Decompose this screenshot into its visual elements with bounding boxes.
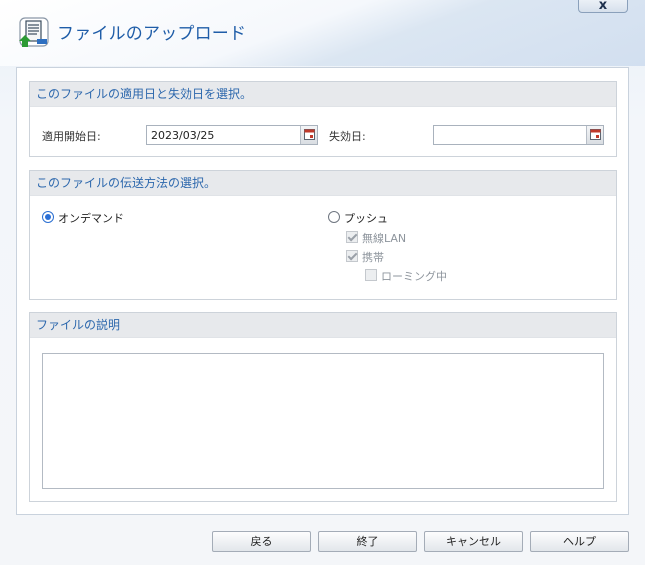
close-button[interactable]: x xyxy=(578,0,628,13)
mobile-label: 携帯 xyxy=(362,251,384,264)
end-date-input[interactable] xyxy=(433,125,604,145)
description-textarea[interactable] xyxy=(42,353,604,489)
close-icon: x xyxy=(598,0,608,13)
start-date-label: 適用開始日: xyxy=(42,130,101,143)
start-date-calendar-button[interactable] xyxy=(300,126,317,144)
back-button[interactable]: 戻る xyxy=(212,531,311,552)
wireless-lan-label: 無線LAN xyxy=(362,232,407,245)
calendar-icon xyxy=(590,129,601,140)
end-date-calendar-button[interactable] xyxy=(586,126,603,144)
delivery-panel-heading: このファイルの伝送方法の選択。 xyxy=(30,171,616,196)
on-demand-label[interactable]: オンデマンド xyxy=(58,210,124,226)
roaming-checkbox[interactable] xyxy=(365,269,377,281)
calendar-icon xyxy=(304,129,315,140)
cancel-button[interactable]: キャンセル xyxy=(424,531,523,552)
roaming-label: ローミング中 xyxy=(381,270,447,283)
description-panel-heading: ファイルの説明 xyxy=(30,313,616,338)
window-title: ファイルのアップロード xyxy=(57,24,247,44)
mobile-checkbox[interactable] xyxy=(346,250,358,262)
push-label[interactable]: プッシュ xyxy=(344,210,388,226)
finish-button[interactable]: 終了 xyxy=(318,531,417,552)
delivery-panel: このファイルの伝送方法の選択。 xyxy=(29,170,617,300)
dates-panel-heading: このファイルの適用日と失効日を選択。 xyxy=(30,82,616,107)
on-demand-radio[interactable] xyxy=(42,211,54,223)
help-button[interactable]: ヘルプ xyxy=(530,531,629,552)
end-date-label: 失効日: xyxy=(329,130,366,143)
push-radio[interactable] xyxy=(328,211,340,223)
wireless-lan-checkbox[interactable] xyxy=(346,231,358,243)
dates-panel: このファイルの適用日と失効日を選択。 xyxy=(29,81,617,157)
file-upload-icon xyxy=(17,15,51,49)
start-date-input[interactable] xyxy=(146,125,318,145)
